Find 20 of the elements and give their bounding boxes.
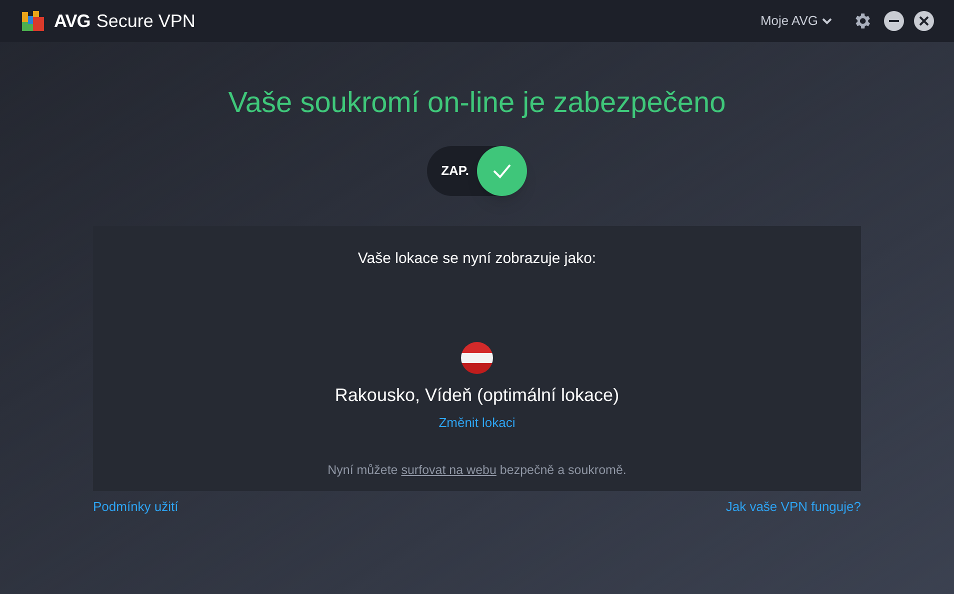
close-button[interactable] [914, 11, 934, 31]
brand-name: AVG [54, 10, 90, 32]
location-heading: Vaše lokace se nyní zobrazuje jako: [358, 248, 596, 268]
check-icon [492, 162, 512, 178]
flag-icon [461, 342, 493, 374]
vpn-toggle[interactable]: ZAP. [427, 146, 527, 196]
location-name: Rakousko, Vídeň (optimální lokace) [334, 384, 620, 407]
status-title: Vaše soukromí on-line je zabezpečeno [228, 86, 726, 121]
chevron-icon [822, 18, 832, 24]
safety-note: Nyní můžete surfovat na webu bezpečně a soukromě. [328, 462, 626, 479]
browse-link[interactable]: surfovat na webu [401, 462, 496, 476]
logo-icon [20, 8, 46, 34]
close-icon [919, 16, 929, 26]
minimize-icon [889, 20, 899, 22]
terms-link[interactable]: Podmínky užití [93, 496, 178, 516]
product-name: Secure VPN [96, 10, 196, 32]
change-location-link[interactable]: Změnit lokaci [438, 413, 516, 432]
minimize-button[interactable] [884, 11, 904, 31]
how-it-works-link[interactable]: Jak vaše VPN funguje? [726, 496, 861, 516]
account-menu[interactable]: Moje AVG [760, 11, 832, 31]
